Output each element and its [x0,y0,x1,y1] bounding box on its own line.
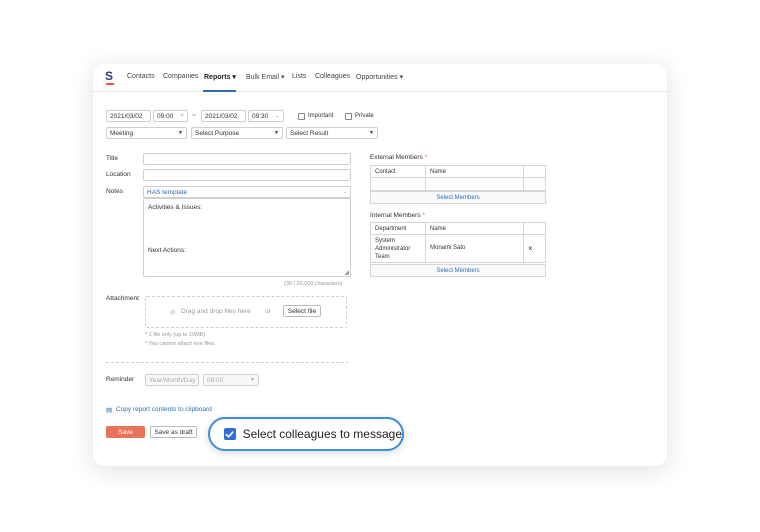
attachment-label: Attachment [106,295,139,302]
reminder-time-select[interactable]: 09:00 ▼ [203,374,259,386]
copy-report-link[interactable]: Copy report contents to clipboard [116,406,212,413]
department-line-2: Administrator [375,246,411,252]
external-select-members-button[interactable]: Select Members [370,191,546,204]
nav-lists[interactable]: Lists [292,73,306,80]
chevron-down-icon: ⌄ [342,189,347,195]
title-input[interactable] [143,153,351,165]
notes-label: Notes [106,188,123,195]
logo-letter: S [105,69,114,83]
nav-colleagues[interactable]: Colleagues [315,73,350,80]
department-line-1: System [375,238,396,244]
chevron-down-icon[interactable]: ⌄ [275,113,280,120]
nav-reports[interactable]: Reports ▾ [204,73,236,81]
external-heading-text: External Members [370,154,423,161]
notes-textarea[interactable]: Activities & Issues: Next Actions: ◢ [143,198,351,277]
nav-opportunities[interactable]: Opportunities ▾ [356,73,403,81]
remove-member-icon[interactable]: × [528,244,533,253]
template-select[interactable]: HAS template ⌄ [143,186,351,198]
checkbox-checked-icon[interactable] [224,428,236,440]
title-label: Title [106,155,119,162]
internal-members-heading: Internal Members * [370,212,425,219]
notes-line-2: Next Actions: [148,247,186,254]
private-checkbox[interactable] [345,113,352,120]
start-time-value: 09:00 [157,112,174,120]
col-name: Name [430,169,447,175]
external-members-table: Contact Name [370,165,546,191]
clear-icon[interactable]: × [180,113,184,119]
member-name: Monami Sato [430,245,466,251]
type-select-value: Meeting [110,129,134,137]
start-time-input[interactable]: 09:00 × [153,110,188,122]
required-marker: * [422,212,425,219]
reminder-label: Reminder [106,376,135,383]
result-select-value: Select Result [290,129,329,137]
chevron-down-icon: ▼ [178,130,183,136]
drop-text: Drag and drop files here [181,308,251,315]
nav-companies[interactable]: Companies [163,73,198,80]
reminder-date-placeholder: Year/Month/Day [149,376,196,384]
paperclip-icon: ⊘ [170,309,176,316]
chevron-down-icon: ▼ [250,377,255,383]
internal-select-members-button[interactable]: Select Members [370,264,546,277]
resize-handle-icon[interactable]: ◢ [344,269,349,276]
nav-contacts[interactable]: Contacts [127,73,155,80]
important-checkbox[interactable] [298,113,305,120]
or-text: or [265,308,271,315]
purpose-select-value: Select Purpose [195,129,240,137]
location-label: Location [106,171,131,178]
file-note-2: * You cannot attach exe files. [145,341,216,347]
end-date-input[interactable]: 2021/03/02 [201,110,246,122]
select-colleagues-callout[interactable]: Select colleagues to message [208,417,404,451]
result-select[interactable]: Select Result ▼ [286,127,378,139]
chevron-down-icon: ▼ [369,130,374,136]
range-separator: ~ [192,112,196,119]
start-date-value: 2021/03/02 [110,112,143,120]
callout-label: Select colleagues to message [242,427,402,441]
reminder-time-value: 09:00 [207,376,224,384]
location-input[interactable] [143,169,351,181]
clipboard-icon: ▤ [106,407,113,414]
char-count: (30 / 20,000 characters) [284,281,343,287]
end-time-value: 09:30 [252,112,269,120]
important-label: Important [308,113,334,119]
internal-heading-text: Internal Members [370,212,421,219]
department-line-3: Team [375,254,390,260]
logo-bar [106,83,114,85]
nav-bulk-email[interactable]: Bulk Email ▾ [246,73,285,81]
purpose-select[interactable]: Select Purpose ▼ [191,127,283,139]
col-name: Name [430,226,447,232]
report-form-card: S Contacts Companies Reports ▾ Bulk Emai… [93,64,667,466]
app-logo[interactable]: S [105,69,115,87]
section-divider [106,362,348,363]
end-date-value: 2021/03/02 [205,112,238,120]
nav-active-indicator [203,90,236,92]
file-note-1: * 1 file only (up to 10MB) [145,332,206,338]
external-members-heading: External Members * [370,154,427,161]
type-select[interactable]: Meeting ▼ [106,127,187,139]
save-button[interactable]: Save [106,426,145,438]
notes-line-1: Activities & Issues: [148,204,203,211]
top-nav: S Contacts Companies Reports ▾ Bulk Emai… [93,64,667,92]
chevron-down-icon: ▼ [274,130,279,136]
private-label: Private [355,113,374,119]
template-select-value: HAS template [147,188,188,196]
internal-members-table: Department Name System Administrator Tea… [370,222,546,263]
end-time-input[interactable]: 09:30 ⌄ [248,110,284,122]
start-date-input[interactable]: 2021/03/02 [106,110,151,122]
required-marker: * [424,154,428,161]
col-contact: Contact [375,169,396,175]
col-department: Department [375,226,407,232]
save-draft-button[interactable]: Save as draft [150,426,197,438]
select-file-button[interactable]: Select file [283,305,321,317]
reminder-date-input[interactable]: Year/Month/Day [145,374,199,386]
